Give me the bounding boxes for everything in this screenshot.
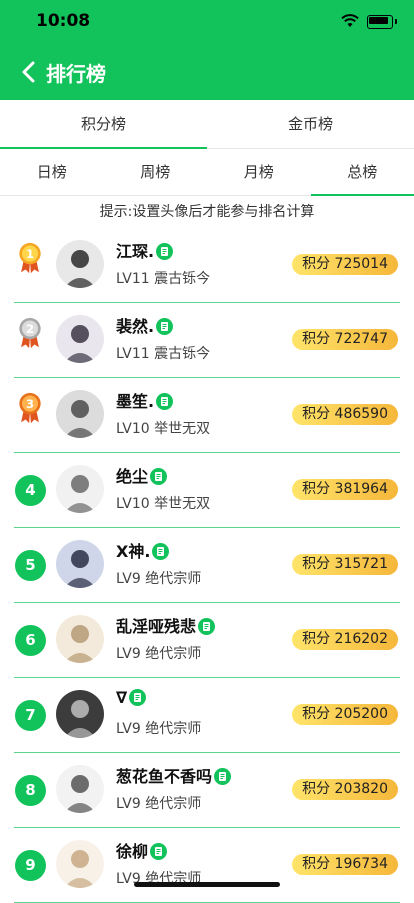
ranking-row[interactable]: 4 绝尘 LV10 举世无双 积分 381964: [0, 453, 414, 528]
note-badge-icon: [129, 689, 146, 706]
note-badge-icon: [150, 843, 167, 860]
score-pill: 积分 722747: [292, 329, 398, 350]
gold-medal-icon: 1: [14, 242, 46, 274]
user-avatar[interactable]: [56, 840, 104, 888]
tab-monthly[interactable]: 月榜: [207, 149, 311, 195]
user-name: 徐柳: [116, 842, 148, 861]
user-level: LV9 绝代宗师: [116, 718, 201, 738]
user-avatar[interactable]: [56, 540, 104, 588]
note-badge-icon: [156, 393, 173, 410]
note-badge-icon: [214, 768, 231, 785]
note-badge-icon: [156, 243, 173, 260]
medal-rank-number: 2: [26, 322, 34, 336]
user-name-line: ∇: [116, 688, 146, 707]
ranking-list: 1 江琛. LV11 震古铄今 积分 725014: [0, 228, 414, 903]
user-name: 裴然.: [116, 317, 154, 336]
status-time: 10:08: [36, 11, 90, 31]
note-badge-icon: [150, 468, 167, 485]
user-name: 墨笙.: [116, 392, 154, 411]
user-avatar[interactable]: [56, 240, 104, 288]
avatar-hint: 提示:设置头像后才能参与排名计算: [0, 198, 414, 226]
status-bar: 10:08: [0, 0, 414, 44]
score-pill: 积分 205200: [292, 704, 398, 725]
score-pill: 积分 725014: [292, 254, 398, 275]
tab-total[interactable]: 总榜: [311, 149, 414, 195]
user-name-line: 墨笙.: [116, 388, 173, 412]
user-level: LV11 震古铄今: [116, 268, 210, 288]
user-name-line: X神.: [116, 538, 169, 562]
ranking-row[interactable]: 7 ∇ LV9 绝代宗师 积分 205200: [0, 678, 414, 753]
rank-number: 4: [15, 475, 46, 506]
user-level: LV10 举世无双: [116, 493, 210, 513]
ranking-row[interactable]: 1 江琛. LV11 震古铄今 积分 725014: [0, 228, 414, 303]
user-level: LV10 举世无双: [116, 418, 210, 438]
ranking-row[interactable]: 8 葱花鱼不香吗 LV9 绝代宗师 积分 203820: [0, 753, 414, 828]
user-avatar[interactable]: [56, 390, 104, 438]
silver-medal-icon: 2: [14, 317, 46, 349]
user-avatar[interactable]: [56, 615, 104, 663]
user-avatar[interactable]: [56, 690, 104, 738]
home-indicator: [134, 882, 280, 887]
period-tabs: 日榜 周榜 月榜 总榜: [0, 149, 414, 196]
user-name-line: 绝尘: [116, 463, 167, 487]
rank-number: 5: [15, 550, 46, 581]
ranking-row[interactable]: 6 乱淫哑残悲 LV9 绝代宗师 积分 216202: [0, 603, 414, 678]
user-level: LV11 震古铄今: [116, 343, 210, 363]
note-badge-icon: [156, 318, 173, 335]
user-name: ∇: [116, 688, 127, 707]
user-level: LV9 绝代宗师: [116, 568, 201, 588]
rank-number: 8: [15, 775, 46, 806]
ranking-row[interactable]: 9 徐柳 LV9 绝代宗师 积分 196734: [0, 828, 414, 903]
note-badge-icon: [152, 543, 169, 560]
wifi-icon: [341, 14, 359, 28]
user-name-line: 江琛.: [116, 238, 173, 262]
tab-daily[interactable]: 日榜: [0, 149, 104, 195]
user-level: LV9 绝代宗师: [116, 643, 201, 663]
tab-weekly[interactable]: 周榜: [104, 149, 208, 195]
user-name: 乱淫哑残悲: [116, 617, 196, 636]
tab-points[interactable]: 积分榜: [0, 100, 207, 148]
user-name-line: 徐柳: [116, 838, 167, 862]
user-name: X神.: [116, 542, 150, 561]
nav-bar: 排行榜: [0, 44, 414, 100]
rank-number: 7: [15, 700, 46, 731]
score-pill: 积分 486590: [292, 404, 398, 425]
user-name: 葱花鱼不香吗: [116, 767, 212, 786]
user-avatar[interactable]: [56, 765, 104, 813]
user-avatar[interactable]: [56, 465, 104, 513]
bronze-medal-icon: 3: [14, 392, 46, 424]
battery-icon: [367, 15, 393, 29]
ranking-row[interactable]: 2 裴然. LV11 震古铄今 积分 722747: [0, 303, 414, 378]
tab-coins[interactable]: 金币榜: [207, 100, 414, 148]
ranking-type-tabs: 积分榜 金币榜: [0, 100, 414, 149]
note-badge-icon: [198, 618, 215, 635]
user-name: 江琛.: [116, 242, 154, 261]
user-name-line: 葱花鱼不香吗: [116, 763, 231, 787]
battery-cap: [395, 19, 397, 24]
user-name: 绝尘: [116, 467, 148, 486]
score-pill: 积分 381964: [292, 479, 398, 500]
user-name-line: 裴然.: [116, 313, 173, 337]
medal-rank-number: 1: [26, 247, 34, 261]
back-chevron-icon[interactable]: [18, 60, 40, 84]
score-pill: 积分 315721: [292, 554, 398, 575]
rank-number: 9: [15, 850, 46, 881]
score-pill: 积分 203820: [292, 779, 398, 800]
ranking-row[interactable]: 3 墨笙. LV10 举世无双 积分 486590: [0, 378, 414, 453]
user-level: LV9 绝代宗师: [116, 793, 201, 813]
ranking-row[interactable]: 5 X神. LV9 绝代宗师 积分 315721: [0, 528, 414, 603]
user-avatar[interactable]: [56, 315, 104, 363]
score-pill: 积分 196734: [292, 854, 398, 875]
rank-number: 6: [15, 625, 46, 656]
user-name-line: 乱淫哑残悲: [116, 613, 215, 637]
score-pill: 积分 216202: [292, 629, 398, 650]
page-title: 排行榜: [46, 58, 106, 87]
medal-rank-number: 3: [26, 397, 34, 411]
